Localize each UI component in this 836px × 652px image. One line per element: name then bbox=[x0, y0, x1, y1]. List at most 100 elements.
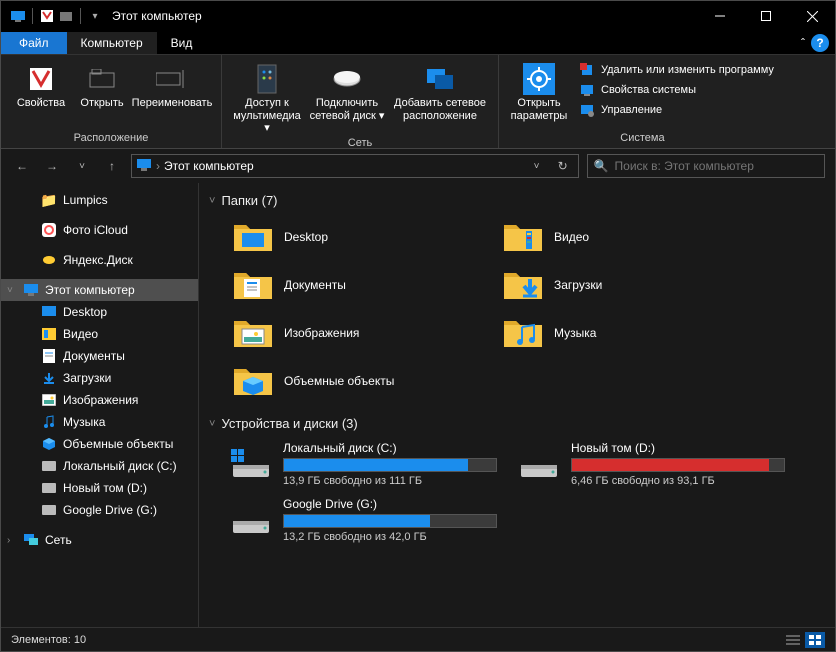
sidebar-item-video[interactable]: Видео bbox=[1, 323, 198, 345]
disk-icon bbox=[517, 441, 561, 485]
search-box[interactable]: 🔍 bbox=[587, 154, 825, 178]
disk-icon bbox=[229, 441, 273, 485]
sidebar-item-downloads[interactable]: Загрузки bbox=[1, 367, 198, 389]
status-text: Элементов: 10 bbox=[11, 634, 86, 646]
qat-dropdown-icon[interactable]: ▾ bbox=[86, 7, 104, 25]
tab-computer[interactable]: Компьютер bbox=[67, 32, 157, 54]
video-icon bbox=[41, 326, 57, 342]
open-settings-button[interactable]: Открыть параметры bbox=[507, 59, 571, 130]
view-tiles-icon[interactable] bbox=[805, 632, 825, 648]
window-title: Этот компьютер bbox=[104, 9, 697, 23]
ribbon: Свойства Открыть Переименовать Расположе… bbox=[1, 55, 835, 149]
disk-icon bbox=[41, 458, 57, 474]
group-label-location: Расположение bbox=[74, 130, 149, 146]
nav-up-button[interactable]: ↑ bbox=[101, 155, 123, 177]
drive-item[interactable]: Новый том (D:) 6,46 ГБ свободно из 93,1 … bbox=[517, 441, 785, 487]
sidebar-item-music[interactable]: Музыка bbox=[1, 411, 198, 433]
folder-label: Объемные объекты bbox=[284, 374, 394, 388]
sidebar-item-yandex-disk[interactable]: Яндекс.Диск bbox=[1, 249, 198, 271]
refresh-icon[interactable]: ↻ bbox=[552, 155, 574, 177]
nav-recent-dropdown[interactable]: ˅ bbox=[71, 155, 93, 177]
group-label-system: Система bbox=[620, 130, 664, 146]
folder-item[interactable]: Загрузки bbox=[499, 264, 749, 306]
rename-button[interactable]: Переименовать bbox=[131, 59, 213, 130]
sidebar-item-new-volume-d[interactable]: Новый том (D:) bbox=[1, 477, 198, 499]
help-icon[interactable]: ? bbox=[811, 34, 829, 52]
tab-file[interactable]: Файл bbox=[1, 32, 67, 54]
sidebar-item-pictures[interactable]: Изображения bbox=[1, 389, 198, 411]
sidebar-item-lumpics[interactable]: 📁Lumpics bbox=[1, 189, 198, 211]
media-access-button[interactable]: Доступ к мультимедиа ▾ bbox=[230, 59, 304, 135]
disk-icon bbox=[41, 480, 57, 496]
pc-icon bbox=[136, 158, 152, 175]
titlebar: ▾ Этот компьютер bbox=[1, 1, 835, 31]
search-input[interactable] bbox=[615, 159, 818, 173]
pc-icon bbox=[23, 282, 39, 298]
folder-item[interactable]: Видео bbox=[499, 216, 749, 258]
app-icon bbox=[9, 7, 27, 25]
folder-item[interactable]: Изображения bbox=[229, 312, 479, 354]
sidebar-item-network[interactable]: ›Сеть bbox=[1, 529, 198, 551]
folder-item[interactable]: Документы bbox=[229, 264, 479, 306]
documents-icon bbox=[41, 348, 57, 364]
disk-icon bbox=[41, 502, 57, 518]
sidebar-item-desktop[interactable]: Desktop bbox=[1, 301, 198, 323]
manage-button[interactable]: Управление bbox=[579, 101, 774, 119]
maximize-button[interactable] bbox=[743, 1, 789, 31]
folder-item[interactable]: Музыка bbox=[499, 312, 749, 354]
drive-free-text: 13,9 ГБ свободно из 111 ГБ bbox=[283, 475, 497, 487]
properties-button[interactable]: Свойства bbox=[9, 59, 73, 130]
close-button[interactable] bbox=[789, 1, 835, 31]
sidebar-item-this-pc[interactable]: ˅Этот компьютер bbox=[1, 279, 198, 301]
ribbon-group-system: Открыть параметры Удалить или изменить п… bbox=[499, 55, 786, 148]
minimize-button[interactable] bbox=[697, 1, 743, 31]
drive-free-text: 6,46 ГБ свободно из 93,1 ГБ bbox=[571, 475, 785, 487]
drive-item[interactable]: Локальный диск (C:) 13,9 ГБ свободно из … bbox=[229, 441, 497, 487]
ribbon-collapse-icon[interactable]: ˆ bbox=[795, 36, 811, 50]
documents-icon bbox=[232, 267, 274, 303]
system-properties-button[interactable]: Свойства системы bbox=[579, 81, 774, 99]
view-details-icon[interactable] bbox=[783, 632, 803, 648]
pictures-icon bbox=[41, 392, 57, 408]
drives-section-header[interactable]: ˅Устройства и диски (3) bbox=[209, 412, 825, 435]
qat-new-folder-icon[interactable] bbox=[57, 7, 75, 25]
drive-free-text: 13,2 ГБ свободно из 42,0 ГБ bbox=[283, 531, 497, 543]
chevron-down-icon: ˅ bbox=[209, 195, 215, 207]
folder-item[interactable]: Desktop bbox=[229, 216, 479, 258]
folder-label: Музыка bbox=[554, 326, 596, 340]
music-icon bbox=[502, 315, 544, 351]
qat-properties-icon[interactable] bbox=[38, 7, 56, 25]
ribbon-group-network: Доступ к мультимедиа ▾ Подключить сетево… bbox=[222, 55, 499, 148]
ribbon-group-location: Свойства Открыть Переименовать Расположе… bbox=[1, 55, 222, 148]
sidebar-item-local-disk-c[interactable]: Локальный диск (C:) bbox=[1, 455, 198, 477]
breadcrumb[interactable]: › Этот компьютер ˅ ↻ bbox=[131, 154, 579, 178]
video-icon bbox=[502, 219, 544, 255]
drive-name: Google Drive (G:) bbox=[283, 497, 497, 511]
drive-name: Локальный диск (C:) bbox=[283, 441, 497, 455]
add-network-location-button[interactable]: Добавить сетевое расположение bbox=[390, 59, 490, 135]
drive-name: Новый том (D:) bbox=[571, 441, 785, 455]
tab-view[interactable]: Вид bbox=[157, 32, 207, 54]
expand-icon[interactable]: ˅ bbox=[7, 285, 17, 296]
sidebar-item-documents[interactable]: Документы bbox=[1, 345, 198, 367]
objects3d-icon bbox=[41, 436, 57, 452]
map-drive-button[interactable]: Подключить сетевой диск ▾ bbox=[308, 59, 386, 135]
breadcrumb-dropdown-icon[interactable]: ˅ bbox=[526, 155, 548, 177]
expand-icon[interactable]: › bbox=[7, 535, 17, 546]
folders-section-header[interactable]: ˅Папки (7) bbox=[209, 189, 825, 212]
sidebar-item-icloud-photo[interactable]: Фото iCloud bbox=[1, 219, 198, 241]
uninstall-programs-button[interactable]: Удалить или изменить программу bbox=[579, 61, 774, 79]
desktop-icon bbox=[41, 304, 57, 320]
folder-label: Видео bbox=[554, 230, 589, 244]
folder-label: Изображения bbox=[284, 326, 359, 340]
nav-back-button[interactable]: ← bbox=[11, 155, 33, 177]
disk-icon bbox=[229, 497, 273, 541]
sidebar-item-3d-objects[interactable]: Объемные объекты bbox=[1, 433, 198, 455]
drive-item[interactable]: Google Drive (G:) 13,2 ГБ свободно из 42… bbox=[229, 497, 497, 543]
sidebar-item-google-drive[interactable]: Google Drive (G:) bbox=[1, 499, 198, 521]
icloud-icon bbox=[41, 222, 57, 238]
folder-item[interactable]: Объемные объекты bbox=[229, 360, 479, 402]
objects3d-icon bbox=[232, 363, 274, 399]
open-button[interactable]: Открыть bbox=[77, 59, 127, 130]
nav-forward-button[interactable]: → bbox=[41, 155, 63, 177]
